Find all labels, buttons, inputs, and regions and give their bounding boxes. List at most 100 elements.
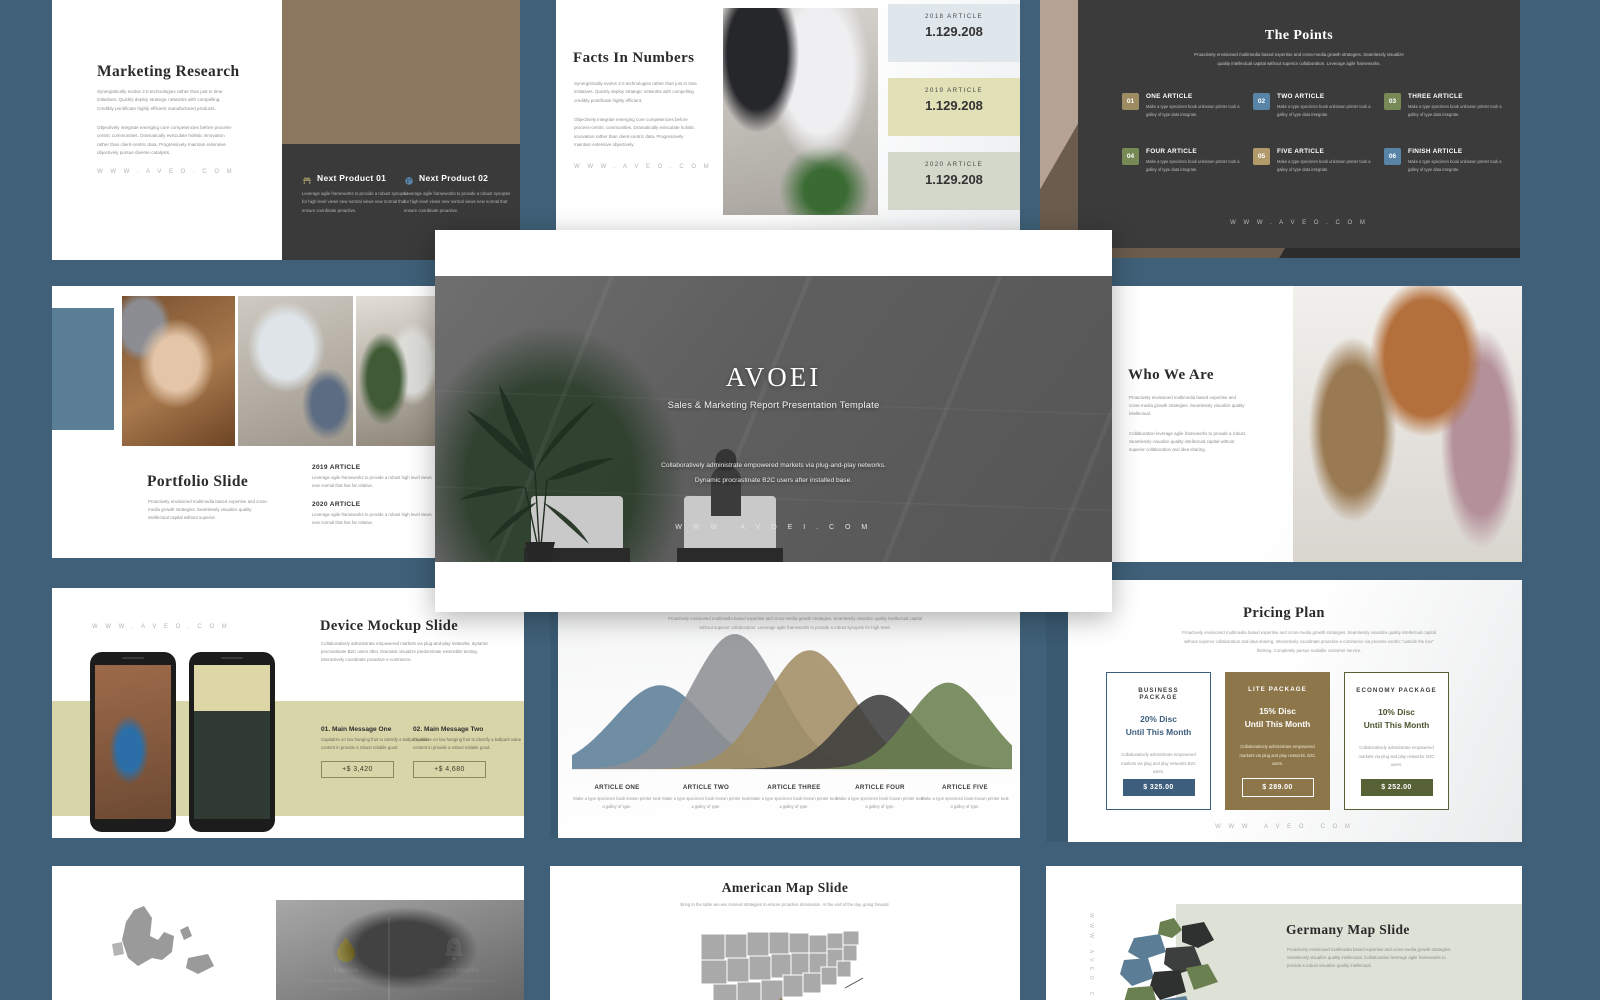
chart-legend-2-heading: ARTICLE TWO — [682, 784, 730, 791]
fact-label-2018: 2018 ARTICLE — [925, 13, 983, 20]
device-message-1-price[interactable]: +$ 3,420 — [321, 760, 394, 778]
point-badge-04: 04 — [1122, 148, 1139, 165]
point-badge-01: 01 — [1122, 93, 1139, 110]
point-title-05: FIVE ARTICLE — [1277, 148, 1325, 155]
bell-curve-plot — [572, 634, 1012, 770]
chart-legend-3-text: Make a type specimen book known printer … — [750, 796, 838, 810]
palette-icon — [404, 173, 414, 185]
phone-screen-2 — [194, 665, 270, 819]
phone-screen-1 — [95, 665, 171, 819]
slide-marketing-research[interactable]: Next Product 01 Leverage agile framework… — [52, 0, 520, 260]
device-message-2[interactable]: 02. Main Message Two Capitalize on low h… — [413, 726, 524, 778]
point-item-04[interactable]: 04 FOUR ARTICLE Make a type specimen boo… — [1122, 148, 1250, 174]
facts-title: Facts In Numbers — [573, 50, 695, 66]
fact-box-2020: 2020 ARTICLE 1.129.208 — [888, 152, 1020, 210]
pricing-economy-price-button[interactable]: $ 252.00 — [1360, 779, 1433, 796]
facts-paragraph-1: Synergistically evolve 2.0 technologies … — [574, 81, 697, 103]
point-item-02[interactable]: 02 TWO ARTICLE Make a type specimen book… — [1253, 93, 1381, 119]
chart-legend-2: ARTICLE TWO Make a type specimen book kn… — [661, 784, 751, 812]
facts-photo — [723, 8, 878, 215]
slide-the-points[interactable]: The Points Proactively envisioned multim… — [1040, 0, 1520, 258]
point-badge-02: 02 — [1253, 93, 1270, 110]
fact-label-2019: 2019 ARTICLE — [925, 87, 983, 94]
pricing-economy-name: ECONOMY PACKAGE — [1356, 687, 1437, 694]
pricing-business-price-button[interactable]: $ 325.00 — [1122, 779, 1195, 796]
chart-legend-3: ARTICLE THREE Make a type specimen book … — [749, 784, 839, 812]
pricing-lite-text: Collaboratively administrate empowered m… — [1239, 744, 1316, 767]
bench-icon — [302, 173, 312, 184]
device-message-2-heading: 02. Main Message Two — [413, 726, 484, 733]
facts-paragraph-2: Objectively integrate emerging core comp… — [574, 117, 695, 147]
pricing-lite-price-button[interactable]: $ 289.00 — [1241, 778, 1314, 797]
pricing-url: W W W . A V E O . C O M — [1215, 824, 1353, 830]
point-title-04: FOUR ARTICLE — [1146, 148, 1197, 155]
device-message-2-price[interactable]: +$ 4,680 — [413, 760, 486, 778]
slide-bell-curve-chart[interactable]: Proactively envisioned multimedia based … — [550, 596, 1020, 838]
pricing-business-discount: 20% Disc Until This Month — [1125, 714, 1192, 737]
american-map-subtitle: Bring to the table win-win survival stra… — [680, 902, 890, 907]
fact-label-2020: 2020 ARTICLE — [925, 161, 983, 168]
point-item-05[interactable]: 05 FIVE ARTICLE Make a type specimen boo… — [1253, 148, 1381, 174]
next-product-01[interactable]: Next Product 01 Leverage agile framework… — [302, 173, 410, 215]
point-item-01[interactable]: 01 ONE ARTICLE Make a type specimen book… — [1122, 93, 1250, 119]
point-title-06: FINISH ARTICLE — [1408, 148, 1463, 155]
point-item-03[interactable]: 03 THREE ARTICLE Make a type specimen bo… — [1384, 93, 1512, 119]
next-product-02-text: Leverage agile frameworks to provide a r… — [404, 191, 511, 213]
hero-title-slide[interactable]: AVOEI Sales & Marketing Report Presentat… — [435, 230, 1112, 612]
germany-map-paragraph: Proactively envisioned multimedia based … — [1287, 947, 1452, 968]
point-title-01: ONE ARTICLE — [1146, 93, 1193, 100]
germany-map-title: Germany Map Slide — [1286, 922, 1410, 937]
device-paragraph: Collaboratively administrate empowered m… — [321, 641, 489, 663]
usa-map-graphic — [700, 930, 864, 1000]
fact-box-2019: 2019 ARTICLE 1.129.208 — [888, 78, 1020, 136]
portfolio-photo-1 — [122, 296, 235, 446]
denmark-map-graphic — [92, 896, 252, 1000]
pricing-title: Pricing Plan — [1243, 605, 1325, 621]
point-badge-06: 06 — [1384, 148, 1401, 165]
slide-device-mockup[interactable]: W W W . A V E O . C O M Device Mockup Sl… — [52, 588, 524, 838]
germany-map-graphic — [1120, 918, 1218, 1000]
fact-box-2018: 2018 ARTICLE 1.129.208 — [888, 4, 1020, 62]
who-photo — [1293, 286, 1522, 562]
pricing-card-lite[interactable]: LITE PACKAGE 15% Disc Until This Month C… — [1225, 672, 1330, 810]
device-title: Device Mockup Slide — [320, 618, 459, 634]
marketing-paragraph-1: Synergistically evolve 2.0 technologies … — [97, 89, 223, 111]
next-product-01-title: Next Product 01 — [317, 173, 387, 183]
pricing-business-name: BUSINESS PACKAGE — [1138, 687, 1179, 701]
slide-who-we-are[interactable]: Who We Are Proactively envisioned multim… — [1110, 286, 1522, 562]
germany-map-url: W W W . A V E O . C O M — [1088, 912, 1094, 1000]
point-text-03: Make a type specimen book unknown printe… — [1408, 104, 1502, 117]
slide-gallery: Next Product 01 Leverage agile framework… — [0, 0, 1600, 1000]
chart-legend-4: ARTICLE FOUR Make a type specimen book k… — [835, 784, 925, 812]
point-item-06[interactable]: 06 FINISH ARTICLE Make a type specimen b… — [1384, 148, 1512, 174]
slide-portfolio[interactable]: Portfolio Slide Proactively envisioned m… — [52, 286, 452, 558]
next-product-02-title: Next Product 02 — [419, 173, 489, 183]
pricing-lite-discount: 15% Disc Until This Month — [1244, 706, 1311, 729]
device-message-2-text: Capitalize on low hanging fruit to ident… — [413, 737, 522, 751]
chart-legend-2-text: Make a type specimen book known printer … — [662, 796, 750, 810]
point-text-04: Make a type specimen book unknown printe… — [1146, 159, 1240, 172]
points-subtitle: Proactively envisioned multimedia based … — [1194, 52, 1404, 67]
portfolio-title: Portfolio Slide — [147, 473, 249, 490]
pricing-card-business[interactable]: BUSINESS PACKAGE 20% Disc Until This Mon… — [1106, 672, 1211, 810]
fact-value-2020: 1.129.208 — [925, 172, 983, 187]
portfolio-article-2020-text: Leverage agile frameworks to provide a r… — [312, 512, 432, 526]
portfolio-article-2019-heading: 2019 ARTICLE — [312, 464, 361, 471]
marketing-title: Marketing Research — [97, 63, 240, 80]
fact-value-2019: 1.129.208 — [925, 98, 983, 113]
slide-facts-in-numbers[interactable]: Facts In Numbers Synergistically evolve … — [556, 0, 1020, 230]
pricing-card-economy[interactable]: ECONOMY PACKAGE 10% Disc Until This Mont… — [1344, 672, 1449, 810]
slide-denmark-map[interactable]: Tourism Predominate extensible testing p… — [52, 866, 524, 1000]
phone-mockup-1 — [90, 652, 176, 832]
slide-germany-map[interactable]: Germany Map Slide Proactively envisioned… — [1046, 866, 1522, 1000]
point-badge-05: 05 — [1253, 148, 1270, 165]
denmark-photo — [276, 900, 524, 1000]
point-text-06: Make a type specimen book unknown printe… — [1408, 159, 1502, 172]
slide-pricing-plan[interactable]: Pricing Plan Proactively envisioned mult… — [1046, 580, 1522, 842]
who-title: Who We Are — [1128, 367, 1214, 383]
fact-value-2018: 1.129.208 — [925, 24, 983, 39]
denmark-right-panel: Tourism Predominate extensible testing p… — [276, 888, 524, 1000]
marketing-photo — [282, 0, 520, 144]
next-product-02[interactable]: Next Product 02 Leverage agile framework… — [404, 173, 512, 215]
slide-american-map[interactable]: American Map Slide Bring to the table wi… — [550, 866, 1020, 1000]
